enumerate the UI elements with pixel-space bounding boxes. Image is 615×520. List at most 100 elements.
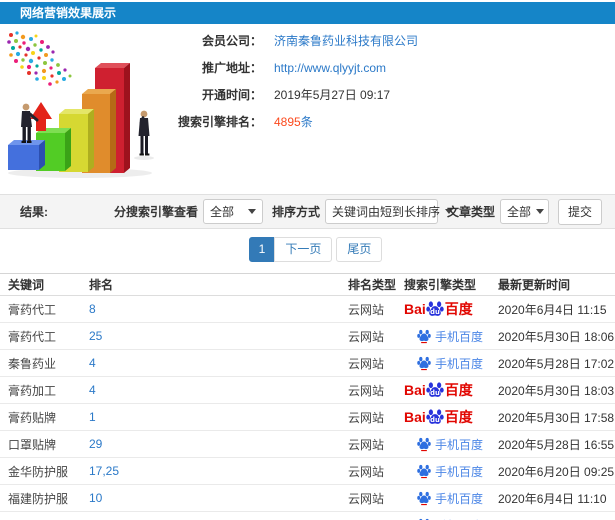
rank-link[interactable]: 8	[89, 302, 348, 316]
growth-chart-illustration	[2, 30, 164, 183]
blue-bar	[8, 140, 45, 170]
engine-cell: 手机百度	[404, 463, 498, 480]
article-type-value: 全部	[506, 205, 531, 219]
updated-cell: 2020年5月28日 17:02	[498, 356, 615, 371]
rank-link[interactable]: 25	[89, 329, 348, 343]
rank-type-cell: 云网站	[348, 356, 385, 371]
rank-link[interactable]: 10	[89, 491, 348, 505]
businessman-figure-right	[134, 110, 154, 160]
table-header-row: 关键词 排名 排名类型 搜索引擎类型 最新更新时间	[0, 273, 615, 296]
mobile-baidu-logo: 手机百度	[417, 355, 483, 372]
table-row-partial: 手机百度	[0, 512, 615, 520]
baidu-paw-icon	[417, 357, 431, 371]
table-row: 膏药贴牌 1 云网站 Bai du 百度 2020年5月30日 17:58	[0, 404, 615, 431]
keyword-cell: 秦鲁药业	[8, 356, 57, 371]
baidu-paw-icon	[417, 330, 431, 344]
baidu-paw-icon: du	[426, 409, 444, 424]
member-info-panel: 会员公司： 济南秦鲁药业科技有限公司 推广地址： http://www.qlyy…	[160, 27, 600, 135]
member-company-label: 会员公司：	[201, 34, 262, 48]
promo-url-row: 推广地址： http://www.qlyyjt.com	[160, 54, 600, 81]
page-title: 网络营销效果展示	[20, 6, 117, 20]
engine-filter-select[interactable]: 全部	[202, 199, 263, 224]
engine-cell: 手机百度	[404, 436, 498, 453]
page-button-1[interactable]: 1	[248, 237, 276, 262]
next-page-button[interactable]: 下一页	[274, 237, 333, 262]
keyword-cell: 膏药代工	[8, 302, 57, 317]
mobile-baidu-logo: 手机百度	[417, 517, 483, 520]
baidu-logo: Bai du 百度	[404, 301, 473, 317]
keyword-cell: 膏药加工	[8, 383, 57, 398]
table-row: 膏药代工 8 云网站 Bai du 百度 2020年6月4日 11:15	[0, 296, 615, 323]
chevron-down-icon	[536, 209, 544, 214]
engine-cell: 手机百度	[404, 328, 498, 345]
open-time-value: 2019年5月27日 09:17	[274, 88, 391, 102]
rank-type-cell: 云网站	[348, 383, 385, 398]
updated-cell: 2020年5月28日 16:55	[498, 437, 615, 452]
mobile-baidu-logo: 手机百度	[417, 490, 483, 507]
open-time-label: 开通时间：	[201, 88, 262, 102]
rank-type-cell: 云网站	[348, 464, 385, 479]
bar-chart-clipart-image	[7, 31, 154, 178]
page-header: 网络营销效果展示	[0, 2, 615, 24]
engine-cell: Bai du 百度	[404, 299, 498, 319]
table-row: 口罩贴牌 29 云网站 手机百度 2020年5月28日 16:55	[0, 431, 615, 458]
keyword-cell: 口罩贴牌	[8, 437, 57, 452]
table-row: 金华防护服 17,25 云网站 手机百度 2020年6月20日 09:25	[0, 458, 615, 485]
baidu-logo: Bai du 百度	[404, 382, 473, 398]
table-row: 福建防护服 10 云网站 手机百度 2020年6月4日 11:10	[0, 485, 615, 512]
promo-url-link[interactable]: http://www.qlyyjt.com	[274, 61, 386, 75]
baidu-paw-icon	[417, 465, 431, 479]
results-label: 结果:	[20, 205, 48, 219]
baidu-paw-icon: du	[426, 301, 444, 316]
table-header-rank-type: 排名类型	[348, 278, 397, 292]
mobile-baidu-logo: 手机百度	[417, 463, 483, 480]
table-header-updated: 最新更新时间	[498, 278, 571, 292]
sort-filter-select[interactable]: 关键词由短到长排序	[324, 199, 453, 224]
svg-text:du: du	[430, 389, 440, 397]
engine-filter-value: 全部	[209, 205, 234, 219]
ranking-count-label: 搜索引擎排名：	[177, 115, 262, 129]
updated-cell: 2020年6月20日 09:25	[498, 464, 615, 479]
article-type-select[interactable]: 全部	[499, 199, 549, 224]
baidu-paw-icon: du	[426, 382, 444, 397]
rank-link[interactable]: 29	[89, 437, 348, 451]
baidu-paw-icon	[417, 438, 431, 452]
keyword-cell: 膏药代工	[8, 329, 57, 344]
rank-link[interactable]: 4	[89, 356, 348, 370]
member-company-link[interactable]: 济南秦鲁药业科技有限公司	[274, 32, 418, 49]
businessman-figure-left	[21, 103, 39, 143]
sort-filter-value: 关键词由短到长排序	[331, 205, 440, 219]
svg-text:du: du	[430, 416, 440, 424]
rank-type-cell: 云网站	[348, 491, 385, 506]
mobile-baidu-logo: 手机百度	[417, 328, 483, 345]
engine-cell: 手机百度	[404, 490, 498, 507]
updated-cell: 2020年6月4日 11:10	[498, 491, 607, 506]
last-page-button[interactable]: 尾页	[336, 237, 383, 262]
rank-link[interactable]: 1	[89, 410, 348, 424]
submit-button[interactable]: 提交	[557, 198, 602, 225]
table-row: 膏药代工 25 云网站 手机百度 2020年5月30日 18:06	[0, 323, 615, 350]
pagination: 1 下一页 尾页	[8, 237, 615, 262]
svg-text:du: du	[430, 308, 440, 316]
article-type-label: 文章类型	[446, 205, 495, 219]
rank-link[interactable]: 17,25	[89, 464, 348, 478]
baidu-logo: Bai du 百度	[404, 409, 473, 425]
table-row: 膏药加工 4 云网站 Bai du 百度 2020年5月30日 18:03	[0, 377, 615, 404]
rank-type-cell: 云网站	[348, 329, 385, 344]
open-time-row: 开通时间： 2019年5月27日 09:17	[160, 81, 600, 108]
engine-cell: Bai du 百度	[404, 380, 498, 400]
keyword-cell: 福建防护服	[8, 491, 69, 506]
rank-type-cell: 云网站	[348, 302, 385, 317]
table-header-engine: 搜索引擎类型	[404, 278, 477, 292]
ranking-count-row: 搜索引擎排名： 4895条	[160, 108, 600, 135]
promo-url-label: 推广地址：	[201, 61, 262, 75]
engine-filter-label: 分搜索引擎查看	[113, 205, 198, 219]
member-company-row: 会员公司： 济南秦鲁药业科技有限公司	[160, 27, 600, 54]
rank-link[interactable]: 4	[89, 383, 348, 397]
engine-cell: 手机百度	[404, 517, 498, 520]
results-table: 关键词 排名 排名类型 搜索引擎类型 最新更新时间 膏药代工 8 云网站 Bai…	[0, 273, 615, 520]
updated-cell: 2020年5月30日 17:58	[498, 410, 615, 425]
page: 网络营销效果展示 会员公司： 济南秦鲁药业科技有限公司 推广地址： http:/…	[0, 0, 615, 520]
mobile-baidu-logo: 手机百度	[417, 436, 483, 453]
rank-type-cell: 云网站	[348, 437, 385, 452]
